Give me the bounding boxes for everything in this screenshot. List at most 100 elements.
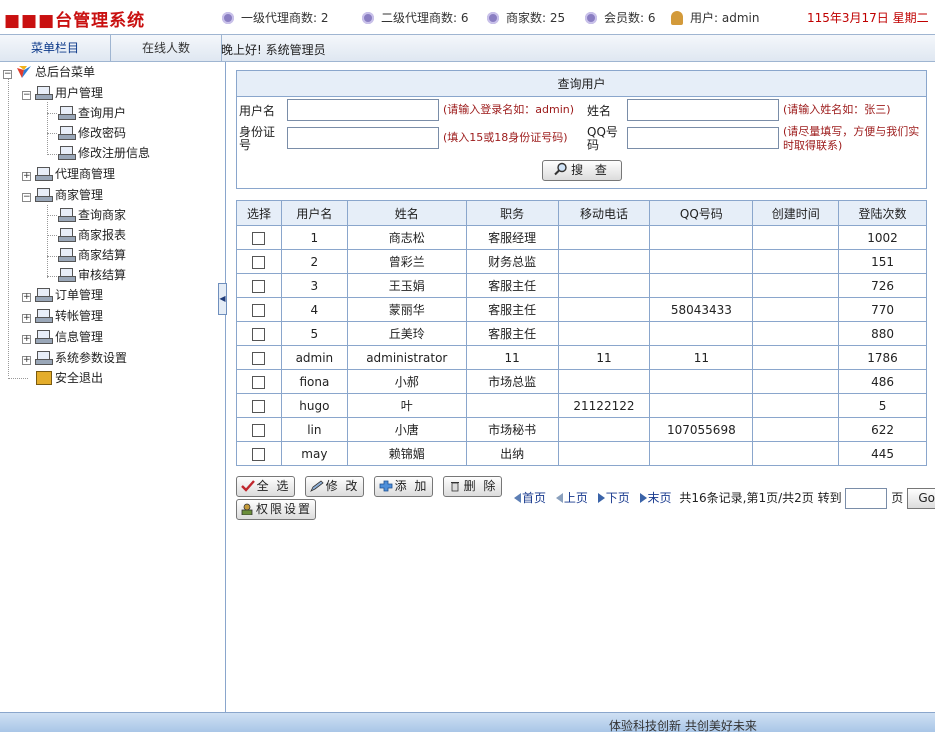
table-cell: [752, 393, 840, 418]
collapse-icon[interactable]: −: [22, 91, 31, 100]
table-cell: 曾彩兰: [346, 249, 467, 274]
sidebar-item-agent-mgmt[interactable]: + 代理商管理: [22, 164, 115, 184]
permissions-button[interactable]: 权限设置: [236, 499, 316, 520]
expand-icon[interactable]: +: [22, 314, 31, 323]
row-checkbox[interactable]: [252, 303, 266, 317]
edit-button[interactable]: 修 改: [305, 476, 364, 497]
sidebar-root[interactable]: − 总后台菜单: [3, 62, 95, 82]
row-checkbox[interactable]: [252, 399, 266, 413]
table-cell: 3: [280, 273, 348, 298]
table-cell: lin: [280, 417, 348, 442]
collapse-icon[interactable]: −: [3, 70, 12, 79]
table-cell: 客服主任: [465, 273, 559, 298]
main-content: 查询用户 用户名 (请输入登录名如：admin) 姓名 (请输入姓名如：张三) …: [226, 62, 935, 712]
sidebar-menu: − 总后台菜单 − 用户管理 查询用户 修改密码 修改注册信息 + 代理商管理 − 商家…: [0, 62, 226, 712]
table-cell: 107055698: [649, 417, 754, 442]
table-cell: 58043433: [649, 297, 754, 322]
search-panel-title: 查询用户: [237, 71, 926, 97]
table-cell: 1002: [838, 225, 927, 250]
qq-input[interactable]: [627, 127, 779, 149]
table-cell: 1: [280, 225, 348, 250]
row-checkbox[interactable]: [252, 447, 266, 461]
computer-icon: [58, 268, 76, 282]
computer-icon: [35, 309, 53, 323]
username-input[interactable]: [287, 99, 439, 121]
expand-icon[interactable]: +: [22, 335, 31, 344]
computer-icon: [35, 288, 53, 302]
sidebar-item-query-user[interactable]: 查询用户: [58, 103, 126, 123]
row-checkbox[interactable]: [252, 255, 266, 269]
next-page-icon: [597, 493, 605, 503]
table-row: fiona 小郝 市场总监 486: [236, 369, 927, 394]
table-cell: 770: [838, 297, 927, 322]
tab-online-users[interactable]: 在线人数: [111, 35, 222, 61]
sidebar-item-merchant-settlement[interactable]: 商家结算: [58, 245, 126, 265]
sidebar-item-info-mgmt[interactable]: + 信息管理: [22, 327, 103, 347]
name-input[interactable]: [627, 99, 779, 121]
top-bar: ■■■台管理系统 一级代理商数: 2 二级代理商数: 6 商家数: 25 会员数…: [0, 0, 935, 34]
user-table: 选择 用户名 姓名 职务 移动电话 QQ号码 创建时间 登陆次数 1 商志松 客服经…: [236, 200, 927, 466]
row-select-cell: [236, 249, 282, 274]
row-checkbox[interactable]: [252, 231, 266, 245]
select-all-button[interactable]: 全 选: [236, 476, 295, 497]
next-page-link[interactable]: 下页: [597, 491, 630, 505]
name-hint: (请输入姓名如：张三): [783, 103, 891, 116]
sidebar-item-user-mgmt[interactable]: − 用户管理: [22, 83, 103, 103]
row-checkbox[interactable]: [252, 327, 266, 341]
computer-icon: [35, 167, 53, 181]
sidebar-item-audit-settlement[interactable]: 审核结算: [58, 265, 126, 285]
table-cell: 客服主任: [465, 297, 559, 322]
table-cell: [557, 225, 651, 250]
expand-icon[interactable]: +: [22, 356, 31, 365]
delete-button[interactable]: 删 除: [443, 476, 502, 497]
table-row: 4 蒙丽华 客服主任 58043433 770: [236, 297, 927, 322]
row-select-cell: [236, 417, 282, 442]
prev-page-link[interactable]: 上页: [555, 491, 588, 505]
expand-icon[interactable]: +: [22, 172, 31, 181]
table-cell: hugo: [280, 393, 348, 418]
row-checkbox[interactable]: [252, 423, 266, 437]
table-cell: [649, 321, 754, 346]
row-checkbox[interactable]: [252, 279, 266, 293]
row-checkbox[interactable]: [252, 375, 266, 389]
sidebar-item-system-params[interactable]: + 系统参数设置: [22, 348, 127, 368]
table-cell: [557, 249, 651, 274]
tab-menu[interactable]: 菜单栏目: [0, 35, 111, 61]
search-button[interactable]: 搜 查: [542, 160, 622, 181]
sidebar-item-change-registration[interactable]: 修改注册信息: [58, 143, 150, 163]
sidebar-item-logout[interactable]: 安全退出: [36, 368, 103, 388]
row-checkbox[interactable]: [252, 351, 266, 365]
add-button[interactable]: 添 加: [374, 476, 433, 497]
sidebar-item-order-mgmt[interactable]: + 订单管理: [22, 285, 103, 305]
sidebar-item-merchant-report[interactable]: 商家报表: [58, 225, 126, 245]
collapse-icon[interactable]: −: [22, 193, 31, 202]
row-select-cell: [236, 441, 282, 466]
computer-icon: [58, 248, 76, 262]
table-cell: may: [280, 441, 348, 466]
header-name: 姓名: [346, 200, 467, 226]
table-cell: fiona: [280, 369, 348, 394]
expand-icon[interactable]: +: [22, 293, 31, 302]
computer-icon: [35, 188, 53, 202]
qq-hint: (请尽量填写，方便与我们实时取得联系): [783, 125, 920, 152]
sidebar-item-query-merchant[interactable]: 查询商家: [58, 205, 126, 225]
footer-slogan: 体验科技创新 共创美好未来: [609, 719, 757, 732]
sidebar-item-change-password[interactable]: 修改密码: [58, 123, 126, 143]
last-page-link[interactable]: 末页: [639, 491, 672, 505]
table-header-row: 选择 用户名 姓名 职务 移动电话 QQ号码 创建时间 登陆次数: [236, 200, 927, 226]
prev-page-icon: [555, 493, 563, 503]
id-number-input[interactable]: [287, 127, 439, 149]
computer-icon: [35, 351, 53, 365]
sidebar-item-transfer-mgmt[interactable]: + 转帐管理: [22, 306, 103, 326]
header-created: 创建时间: [752, 200, 840, 226]
row-select-cell: [236, 393, 282, 418]
stat-merchants: 商家数: 25: [487, 9, 565, 26]
go-button[interactable]: Go!: [907, 488, 935, 509]
sidebar-item-merchant-mgmt[interactable]: − 商家管理: [22, 185, 103, 205]
row-select-cell: [236, 345, 282, 370]
first-page-link[interactable]: 首页: [514, 491, 546, 505]
goto-page-input[interactable]: [845, 488, 888, 509]
header-position: 职务: [465, 200, 559, 226]
plus-icon: [379, 480, 392, 492]
pagination: 首页 上页 下页 末页 共16条记录,第1页/共2页 转到 页 Go!: [514, 488, 935, 510]
